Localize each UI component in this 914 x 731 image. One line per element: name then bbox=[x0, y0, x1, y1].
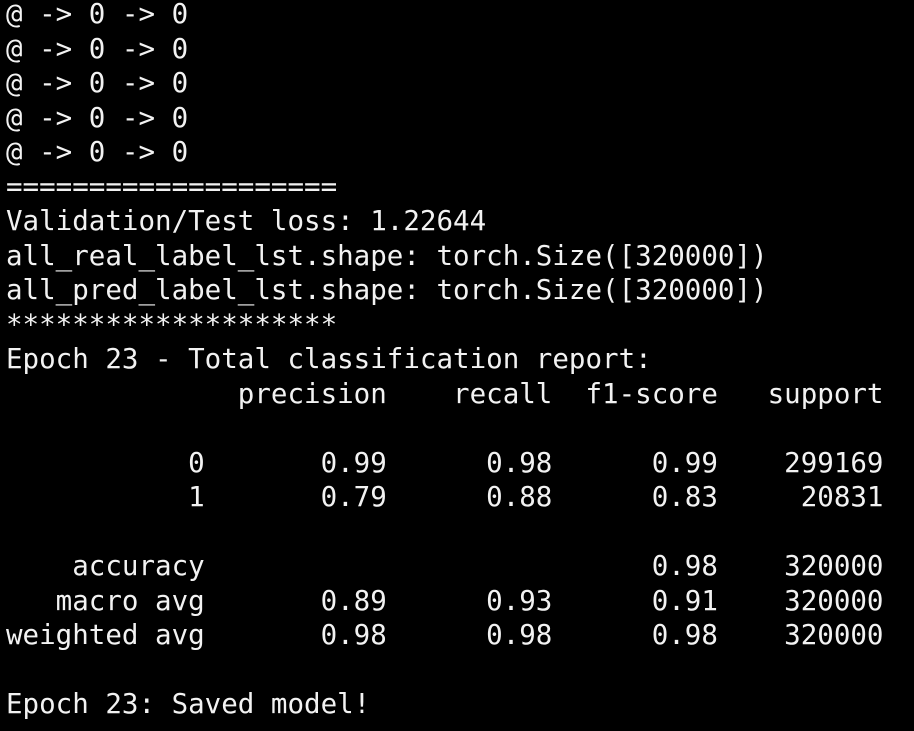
report-title-line: Epoch 23 - Total classification report: bbox=[6, 343, 652, 375]
pred-label-shape-line: all_pred_label_lst.shape: torch.Size([32… bbox=[6, 274, 768, 306]
report-row-class-0: 0 0.99 0.98 0.99 299169 bbox=[6, 446, 884, 479]
terminal-window[interactable]: @ -> 0 -> 0 @ -> 0 -> 0 @ -> 0 -> 0 @ ->… bbox=[0, 0, 914, 728]
output-line-trace: @ -> 0 -> 0 bbox=[6, 0, 189, 30]
saved-model-line: Epoch 23: Saved model! bbox=[6, 688, 371, 720]
real-label-shape-line: all_real_label_lst.shape: torch.Size([32… bbox=[6, 239, 768, 272]
output-line-trace: @ -> 0 -> 0 bbox=[6, 136, 189, 168]
report-row-weighted-avg: weighted avg 0.98 0.98 0.98 320000 bbox=[6, 619, 884, 651]
report-row-accuracy: accuracy 0.98 320000 bbox=[6, 550, 884, 582]
output-line-trace: @ -> 0 -> 0 bbox=[6, 101, 189, 134]
separator-line-asterisks: ******************** bbox=[6, 308, 338, 341]
separator-line-equals: ==================== bbox=[6, 170, 338, 203]
output-line-trace: @ -> 0 -> 0 bbox=[6, 32, 189, 65]
report-header-row: precision recall f1-score support bbox=[6, 377, 884, 410]
report-row-macro-avg: macro avg 0.89 0.93 0.91 320000 bbox=[6, 584, 884, 617]
report-row-class-1: 1 0.79 0.88 0.83 20831 bbox=[6, 481, 884, 513]
validation-loss-line: Validation/Test loss: 1.22644 bbox=[6, 205, 487, 237]
output-line-trace: @ -> 0 -> 0 bbox=[6, 67, 189, 99]
